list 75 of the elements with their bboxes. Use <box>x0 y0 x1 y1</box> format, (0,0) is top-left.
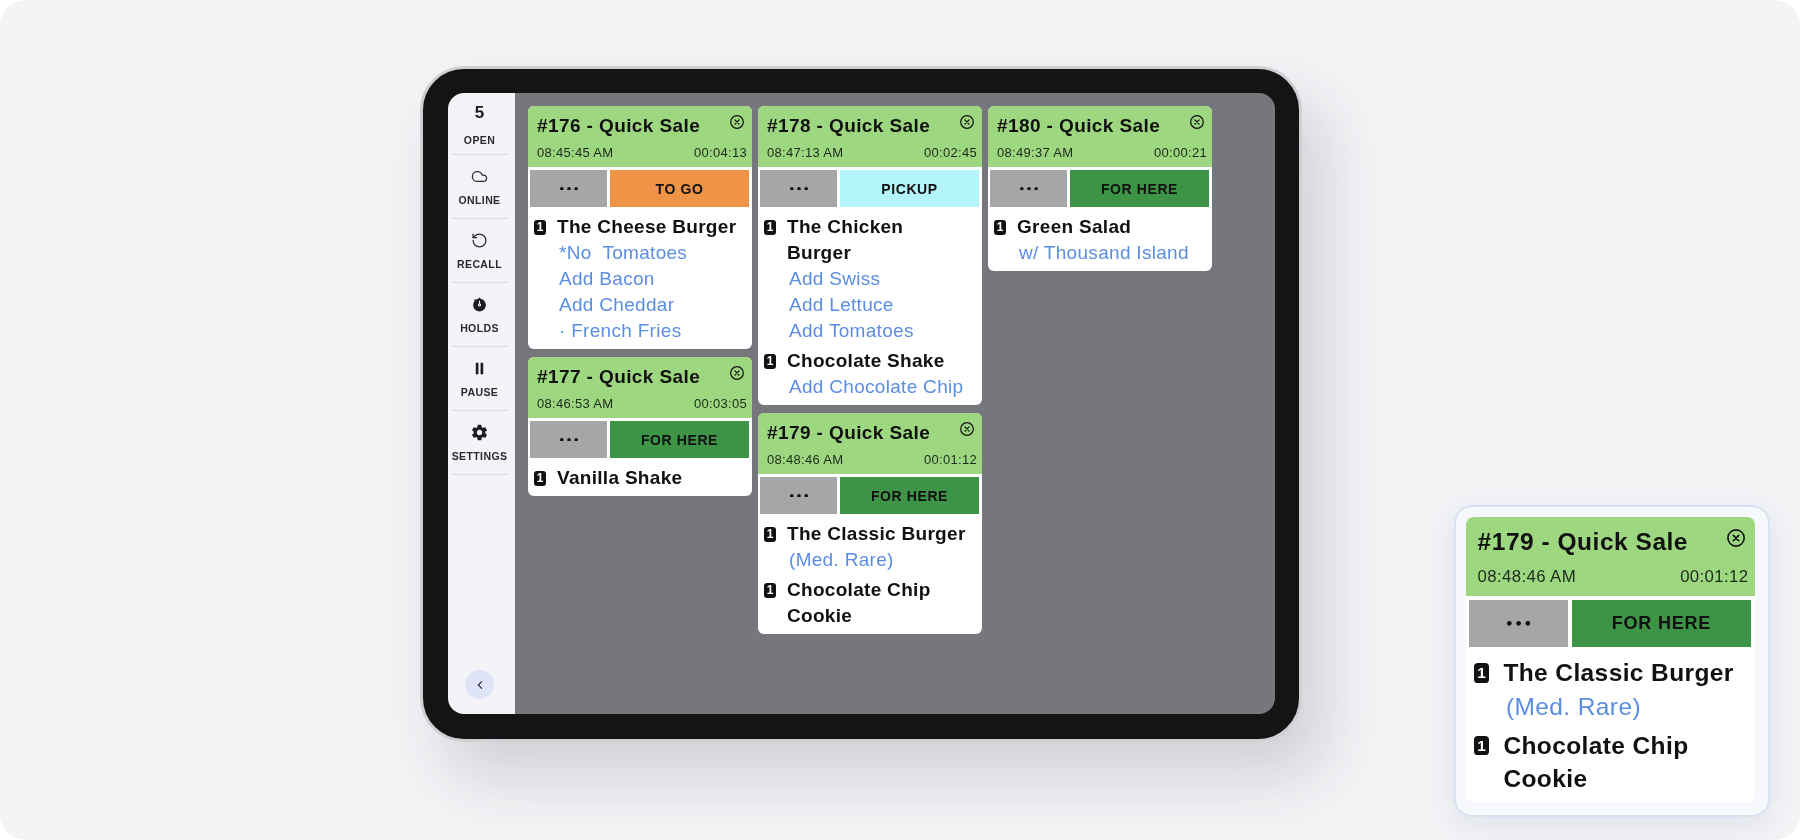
sidebar-button[interactable]: ONLINE <box>451 155 508 219</box>
order-type-button[interactable]: FOR HERE <box>610 421 749 458</box>
order-type-button[interactable]: FOR HERE <box>1070 170 1209 207</box>
quantity-badge: 1 <box>764 353 776 369</box>
sidebar-button[interactable]: SETTINGS <box>451 411 508 475</box>
order-title: #178 - Quick Sale <box>767 114 931 138</box>
quantity-badge: 1 <box>1473 663 1490 683</box>
item-name: Vanilla Shake <box>557 466 683 490</box>
item-name: The Chicken Burger <box>787 215 905 265</box>
quantity-badge: 1 <box>764 526 776 542</box>
item-name: Green Salad <box>1017 215 1132 239</box>
order-type-button[interactable]: FOR HERE <box>1571 599 1752 648</box>
close-icon[interactable] <box>960 115 974 129</box>
modifier-text: Add Cheddar <box>559 293 675 317</box>
item-name: Chocolate Chip Cookie <box>1503 730 1690 795</box>
order-type-button[interactable]: FOR HERE <box>840 477 979 514</box>
rotate-icon[interactable] <box>471 232 488 249</box>
quantity-badge: 1 <box>1473 735 1490 755</box>
item-name: The Classic Burger <box>1503 658 1734 689</box>
cloud-icon[interactable] <box>471 168 488 185</box>
sidebar-button[interactable]: HOLDS <box>451 283 508 347</box>
order-time: 08:47:13 AM <box>767 145 844 161</box>
order-time: 08:46:53 AM <box>537 396 614 412</box>
more-icon[interactable] <box>559 186 578 191</box>
more-icon[interactable] <box>789 493 808 498</box>
elapsed-time: 00:01:12 <box>924 452 977 468</box>
elapsed-time: 00:01:12 <box>1680 567 1749 588</box>
order-title: #179 - Quick Sale <box>1477 527 1688 558</box>
close-icon[interactable] <box>1726 528 1745 547</box>
modifier-text: (Med. Rare) <box>1505 691 1641 722</box>
modifier-text: (Med. Rare) <box>789 548 894 572</box>
order-title: #176 - Quick Sale <box>537 114 701 138</box>
item-name: The Cheese Burger <box>557 215 737 239</box>
modifier-text: *No Tomatoes <box>559 241 688 265</box>
elapsed-time: 00:04:13 <box>694 145 747 161</box>
modifier-text: Add Lettuce <box>789 293 894 317</box>
modifier-text: · French Fries <box>559 319 682 343</box>
order-type-button[interactable]: TO GO <box>610 170 749 207</box>
quantity-badge: 1 <box>994 219 1006 235</box>
order-time: 08:48:46 AM <box>1477 567 1577 588</box>
more-icon[interactable] <box>559 437 578 442</box>
close-icon[interactable] <box>1190 115 1204 129</box>
close-icon[interactable] <box>730 366 744 380</box>
more-icon[interactable] <box>1019 186 1038 191</box>
order-title: #180 - Quick Sale <box>997 114 1161 138</box>
item-name: The Classic Burger <box>787 522 966 546</box>
modifier-text: w/ Thousand Island <box>1019 241 1189 265</box>
more-icon[interactable] <box>789 186 808 191</box>
modifier-text: Add Tomatoes <box>789 319 914 343</box>
order-time: 08:49:37 AM <box>997 145 1074 161</box>
order-time: 08:45:45 AM <box>537 145 614 161</box>
quantity-badge: 1 <box>764 219 776 235</box>
elapsed-time: 00:00:21 <box>1154 145 1207 161</box>
order-type-button[interactable]: PICKUP <box>840 170 979 207</box>
close-icon[interactable] <box>960 422 974 436</box>
modifier-text: Add Swiss <box>789 267 881 291</box>
item-name: Chocolate Shake <box>787 349 945 373</box>
modifier-text: Add Chocolate Chip <box>789 375 964 399</box>
quantity-badge: 1 <box>764 582 776 598</box>
quantity-badge: 1 <box>534 219 546 235</box>
more-icon[interactable] <box>1506 621 1530 626</box>
open-orders-button[interactable]: 5 OPEN <box>451 93 508 155</box>
close-icon[interactable] <box>730 115 744 129</box>
item-name: Chocolate Chip Cookie <box>787 578 932 628</box>
elapsed-time: 00:03:05 <box>694 396 747 412</box>
quantity-badge: 1 <box>534 470 546 486</box>
elapsed-time: 00:02:45 <box>924 145 977 161</box>
order-title: #179 - Quick Sale <box>767 421 931 445</box>
order-time: 08:48:46 AM <box>767 452 844 468</box>
sidebar-button[interactable]: PAUSE <box>451 347 508 411</box>
sidebar-button[interactable]: RECALL <box>451 219 508 283</box>
order-title: #177 - Quick Sale <box>537 365 701 389</box>
stopwatch-icon[interactable] <box>471 296 488 313</box>
modifier-text: Add Bacon <box>559 267 655 291</box>
settings-icon[interactable] <box>471 424 488 441</box>
